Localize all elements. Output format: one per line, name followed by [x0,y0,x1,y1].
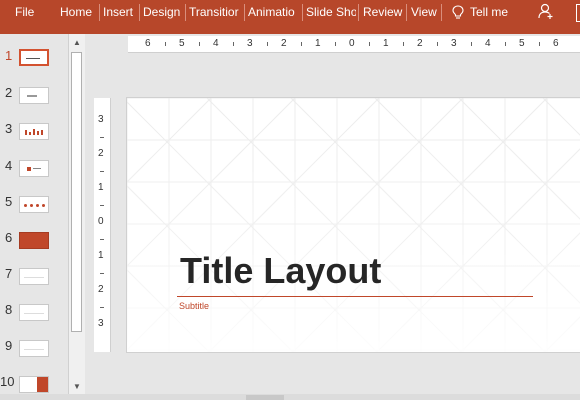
tab-separator [406,4,407,21]
tab-insert[interactable]: Insert [103,0,137,24]
vertical-ruler: 3 2 1 0 1 2 3 [94,98,111,352]
ruler-label: 5 [179,38,185,49]
tab-file[interactable]: File [15,0,45,24]
ribbon: File Home Insert Design Transitior Anima… [0,0,580,34]
slide-thumbnails-pane: 1 2 3 4 5 6 7 8 9 10 ▲ ▼ [0,34,86,400]
ruler-tick [100,171,104,172]
ruler-label: 1 [98,182,104,193]
tab-home[interactable]: Home [60,0,96,24]
scroll-down-icon[interactable]: ▼ [71,380,83,392]
status-bar [0,394,580,400]
tab-animations[interactable]: Animatio [248,0,298,24]
slide-number: 6 [5,230,13,245]
slide-thumbnail-2[interactable] [19,87,49,104]
tell-me-label: Tell me [470,5,509,19]
ruler-label: 5 [519,38,525,49]
ruler-label: 3 [98,114,104,125]
resize-grip[interactable] [246,395,284,400]
ruler-label: 2 [417,38,423,49]
slide-thumbnail-3[interactable] [19,123,49,140]
ruler-tick [267,42,268,46]
slide-thumbnail-4[interactable] [19,160,49,177]
ruler-label: 3 [247,38,253,49]
tab-separator [185,4,186,21]
slide-subtitle[interactable]: Subtitle [179,301,209,311]
slide-number: 10 [0,374,15,389]
ruler-tick [165,42,166,46]
horizontal-ruler: 6 5 4 3 2 1 0 1 2 3 4 5 6 [128,36,580,53]
tab-separator [244,4,245,21]
tab-separator [99,4,100,21]
slide-number: 8 [5,302,13,317]
ruler-label: 1 [315,38,321,49]
slide-number: 7 [5,266,13,281]
slide-thumbnail-9[interactable] [19,340,49,357]
tab-review[interactable]: Review [363,0,403,24]
ruler-tick [369,42,370,46]
slide-canvas[interactable]: Title Layout Subtitle [126,97,580,353]
tab-design[interactable]: Design [143,0,183,24]
ruler-label: 1 [98,250,104,261]
tab-separator [139,4,140,21]
share-person-icon[interactable] [537,2,555,20]
tab-slideshow[interactable]: Slide Sho [306,0,356,24]
slide-thumbnail-7[interactable] [19,268,49,285]
ruler-tick [100,239,104,240]
ruler-tick [539,42,540,46]
ruler-label: 4 [213,38,219,49]
slide-thumbnail-6[interactable] [19,232,49,249]
tell-me-search[interactable]: Tell me [452,0,508,24]
ruler-tick [301,42,302,46]
thumbnails-scrollbar[interactable]: ▲ ▼ [68,34,85,394]
ruler-label: 3 [451,38,457,49]
ruler-label: 6 [553,38,559,49]
ruler-tick [100,307,104,308]
ruler-tick [437,42,438,46]
slide-number: 9 [5,338,13,353]
ruler-tick [505,42,506,46]
ruler-tick [100,205,104,206]
ruler-label: 0 [98,216,104,227]
ruler-tick [100,137,104,138]
ruler-label: 0 [349,38,355,49]
ruler-tick [403,42,404,46]
ruler-tick [335,42,336,46]
ruler-label: 4 [485,38,491,49]
ruler-label: 1 [383,38,389,49]
window-control[interactable] [576,4,580,22]
tab-separator [441,4,442,21]
slide-title[interactable]: Title Layout [180,250,381,292]
tab-view[interactable]: View [411,0,439,24]
slide-number: 3 [5,121,13,136]
ruler-label: 2 [98,148,104,159]
ruler-tick [233,42,234,46]
slide-number: 5 [5,194,13,209]
slide-thumbnail-5[interactable] [19,196,49,213]
ruler-label: 2 [281,38,287,49]
tab-transitions[interactable]: Transitior [189,0,242,24]
slide-thumbnail-1[interactable] [19,49,49,66]
slide-number: 4 [5,158,13,173]
ruler-tick [100,273,104,274]
ruler-tick [199,42,200,46]
tab-separator [358,4,359,21]
slide-thumbnail-10[interactable] [19,376,49,393]
ruler-label: 2 [98,284,104,295]
slide-number: 2 [5,85,13,100]
ruler-tick [471,42,472,46]
title-underline [177,296,533,297]
slide-number: 1 [5,48,13,63]
scroll-up-icon[interactable]: ▲ [71,36,83,48]
ruler-label: 3 [98,318,104,329]
scrollbar-thumb[interactable] [71,52,82,332]
slide-thumbnail-8[interactable] [19,304,49,321]
lightbulb-icon [452,4,464,19]
tab-separator [302,4,303,21]
background-pattern [127,98,580,352]
ruler-label: 6 [145,38,151,49]
